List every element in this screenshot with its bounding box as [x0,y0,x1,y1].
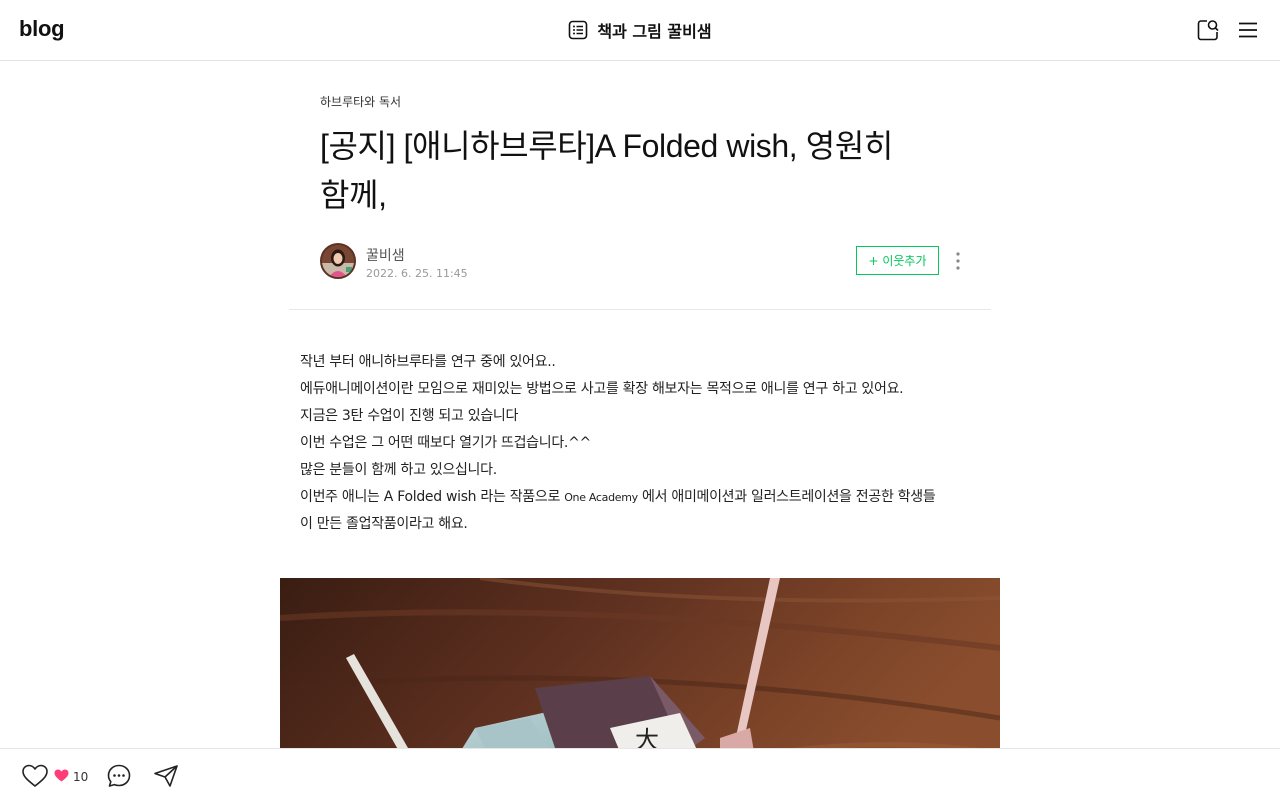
post-title: [공지] [애니하브루타]A Folded wish, 영원히 함께, [320,122,960,220]
body-line: 에듀애니메이션이란 모임으로 재미있는 방법으로 사고를 확장 해보자는 목적으… [300,381,904,397]
body-line: 많은 분들이 함께 하고 있으십니다. [300,462,497,478]
menu-icon[interactable] [1236,18,1260,42]
bottom-action-bar: 10 [0,748,1280,800]
list-icon [568,20,588,40]
avatar[interactable] [320,243,356,279]
blog-title-link[interactable]: 책과 그림 꿀비샘 [568,18,712,42]
post-date: 2022. 6. 25. 11:45 [366,267,468,280]
like-count: 10 [73,769,89,784]
body-line: 작년 부터 애니하브루타를 연구 중에 있어요.. [300,354,556,370]
post-category[interactable]: 하브루타와 독서 [320,93,401,110]
comment-icon[interactable] [106,763,132,789]
post-title-line1: [공지] [애니하브루타]A Folded wish, 영원히 [320,128,893,164]
blog-title: 책과 그림 꿀비샘 [597,22,712,41]
add-neighbor-button[interactable]: + 이웃추가 [856,246,939,275]
share-icon[interactable] [153,764,179,788]
body-line: 이번주 애니는 A Folded wish 라는 작품으로 One Academ… [300,484,990,511]
author-name[interactable]: 꿀비샘 [366,245,405,265]
body-text: 에서 애미메이션과 일러스트레이션을 전공한 학생들 [637,489,936,505]
body-line: 이번 수업은 그 어떤 때보다 열기가 뜨겁습니다.^^ [300,435,591,451]
body-text: 이번주 애니는 A Folded wish 라는 작품으로 [300,489,565,505]
body-text-small: One Academy [564,491,638,504]
heart-filled-icon [54,767,69,786]
search-icon[interactable] [1196,18,1220,42]
heart-outline-icon[interactable] [21,763,49,789]
body-line: 이 만든 졸업작품이라고 해요. [300,516,468,532]
like-count-button[interactable]: 10 [54,767,88,786]
header-divider [289,309,991,310]
body-line: 지금은 3탄 수업이 진행 되고 있습니다 [300,408,519,424]
more-options-icon[interactable] [948,250,968,272]
blog-title-wrap: 책과 그림 꿀비샘 [0,18,1280,44]
top-bar: blog 책과 그림 꿀비샘 [0,0,1280,61]
post-body: 작년 부터 애니하브루타를 연구 중에 있어요.. 에듀애니메이션이란 모임으로… [300,349,990,538]
post-title-line2: 함께, [320,177,387,213]
